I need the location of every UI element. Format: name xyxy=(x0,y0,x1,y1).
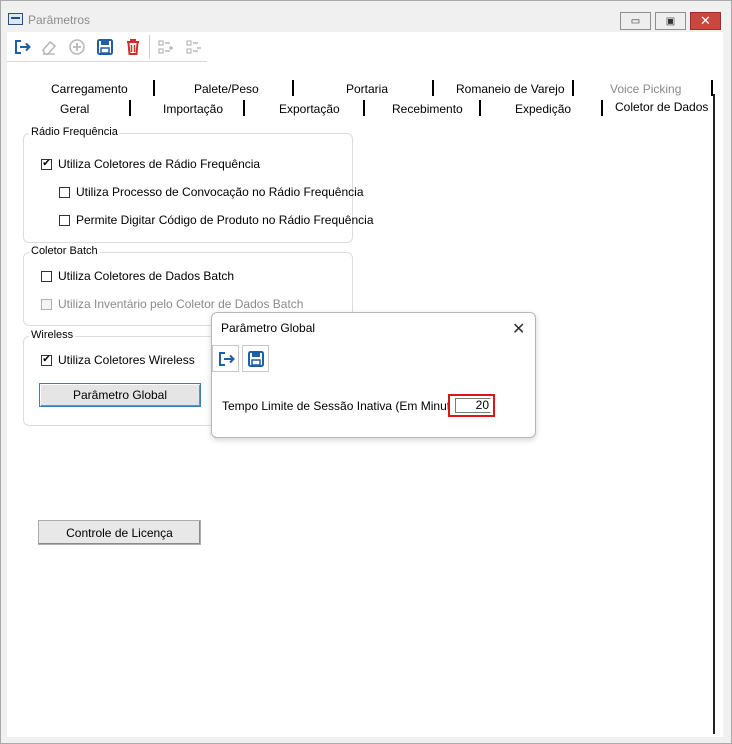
use-convocation-checkbox[interactable]: Utiliza Processo de Convocação no Rádio … xyxy=(59,185,364,199)
session-timeout-highlight: 20 xyxy=(448,394,495,417)
use-batch-inventory-checkbox[interactable]: Utiliza Inventário pelo Coletor de Dados… xyxy=(41,297,303,311)
active-tab-border xyxy=(713,94,715,734)
tab-importacao[interactable]: Importação xyxy=(163,102,223,116)
tab-divider xyxy=(292,80,294,96)
toolbar-bottom-border xyxy=(7,61,207,62)
tab-divider xyxy=(243,100,245,116)
checkbox-box[interactable]: ✔ xyxy=(41,158,52,170)
title-bar: Parâmetros ▭ ▣ ✕ xyxy=(1,1,731,33)
coletor-batch-title: Coletor Batch xyxy=(29,245,100,257)
tab-palete-peso[interactable]: Palete/Peso xyxy=(194,82,259,96)
tab-divider xyxy=(479,100,481,116)
minimize-button[interactable]: ▭ xyxy=(620,12,651,30)
tab-divider xyxy=(432,80,434,96)
radio-frequencia-title: Rádio Frequência xyxy=(29,126,120,138)
tab-divider xyxy=(129,100,131,116)
app-window-icon xyxy=(8,13,23,25)
allow-typing-product-code-checkbox[interactable]: Permite Digitar Código de Produto no Rád… xyxy=(59,213,374,227)
session-timeout-label: Tempo Limite de Sessão Inativa (Em Minut… xyxy=(222,399,467,413)
global-parameter-button[interactable]: Parâmetro Global xyxy=(39,383,201,407)
dialog-exit-icon[interactable] xyxy=(212,345,239,372)
tab-divider xyxy=(363,100,365,116)
checkbox-label: Utiliza Coletores de Dados Batch xyxy=(58,269,235,283)
checkbox-box[interactable]: ✔ xyxy=(41,354,52,366)
tab-strip: Carregamento Palete/Peso Portaria Romane… xyxy=(7,78,723,124)
eraser-icon[interactable] xyxy=(35,34,62,60)
tab-expedicao[interactable]: Expedição xyxy=(515,102,571,116)
tab-recebimento[interactable]: Recebimento xyxy=(392,102,463,116)
tab-geral[interactable]: Geral xyxy=(60,102,89,116)
use-batch-collectors-checkbox[interactable]: Utiliza Coletores de Dados Batch xyxy=(41,269,234,283)
checkbox-box[interactable] xyxy=(59,186,70,198)
checkbox-label: Utiliza Coletores de Rádio Frequência xyxy=(58,157,261,171)
tab-portaria[interactable]: Portaria xyxy=(346,82,388,96)
main-toolbar xyxy=(7,32,207,62)
add-list-icon[interactable] xyxy=(152,34,179,60)
close-button[interactable]: ✕ xyxy=(690,12,721,30)
maximize-button[interactable]: ▣ xyxy=(655,12,686,30)
tab-divider xyxy=(572,80,574,96)
window-title: Parâmetros xyxy=(28,13,91,27)
checkbox-label: Utiliza Coletores Wireless xyxy=(58,353,195,367)
use-rf-collectors-checkbox[interactable]: ✔ Utiliza Coletores de Rádio Frequência xyxy=(41,157,260,171)
tab-voice-picking[interactable]: Voice Picking xyxy=(610,82,681,96)
checkbox-box[interactable] xyxy=(41,298,52,310)
dialog-save-icon[interactable] xyxy=(242,345,269,372)
tab-romaneio-de-varejo[interactable]: Romaneio de Varejo xyxy=(456,82,565,96)
tab-divider xyxy=(601,100,603,116)
tab-divider xyxy=(153,80,155,96)
tab-coletor-de-dados[interactable]: Coletor de Dados xyxy=(615,100,708,114)
license-control-button[interactable]: Controle de Licença xyxy=(38,520,201,545)
checkbox-label: Utiliza Inventário pelo Coletor de Dados… xyxy=(58,297,304,311)
checkbox-box[interactable] xyxy=(59,214,70,226)
use-wireless-collectors-checkbox[interactable]: ✔ Utiliza Coletores Wireless xyxy=(41,353,195,367)
dialog-title: Parâmetro Global xyxy=(221,321,316,335)
main-window: Parâmetros ▭ ▣ ✕ Carregamento Palete/Pes… xyxy=(0,0,732,744)
checkbox-label: Permite Digitar Código de Produto no Rád… xyxy=(76,213,374,227)
dialog-close-icon[interactable]: ✕ xyxy=(512,319,525,339)
remove-list-icon[interactable] xyxy=(180,34,207,60)
exit-icon[interactable] xyxy=(8,34,35,60)
tab-exportacao[interactable]: Exportação xyxy=(279,102,340,116)
delete-icon[interactable] xyxy=(119,34,146,60)
checkbox-label: Utiliza Processo de Convocação no Rádio … xyxy=(76,185,364,199)
add-circle-icon[interactable] xyxy=(63,34,90,60)
session-timeout-input[interactable]: 20 xyxy=(455,398,491,413)
tab-carregamento[interactable]: Carregamento xyxy=(51,82,128,96)
checkbox-box[interactable] xyxy=(41,270,52,282)
global-parameter-dialog: Parâmetro Global ✕ Tempo Limite de Sessã… xyxy=(211,312,536,438)
save-icon[interactable] xyxy=(91,34,118,60)
wireless-title: Wireless xyxy=(29,329,76,341)
toolbar-separator xyxy=(149,35,150,59)
